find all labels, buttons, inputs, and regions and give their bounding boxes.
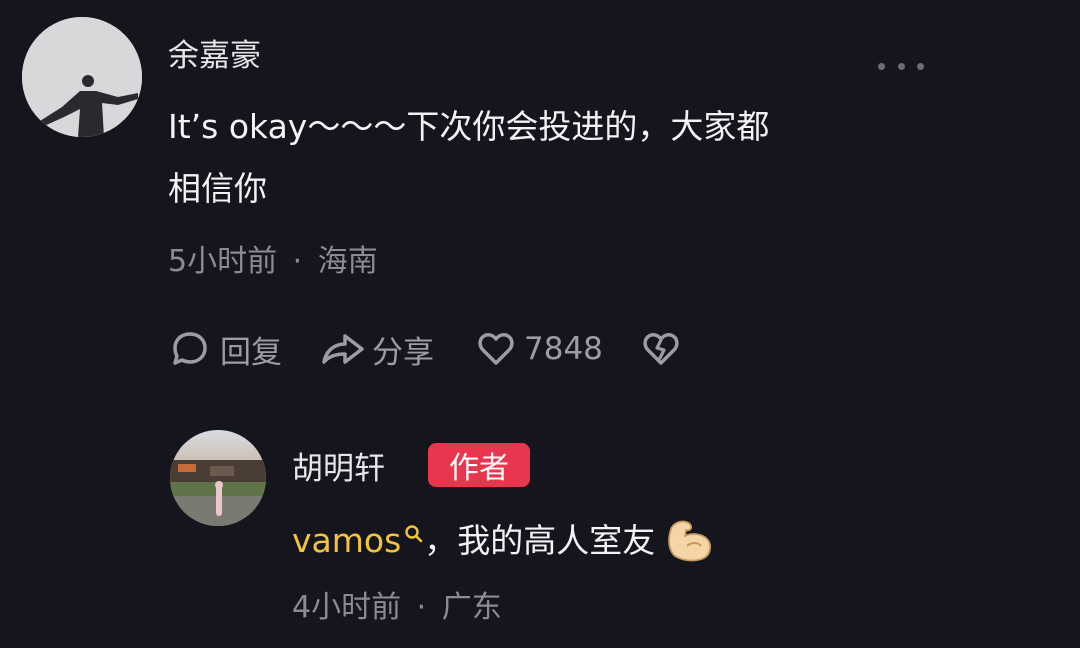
meta-separator: · [292, 244, 303, 279]
author-badge: 作者 [428, 443, 530, 487]
comment-text: It’s okay～～～下次你会投进的，大家都 相信你 [168, 96, 769, 220]
dislike-button[interactable] [641, 329, 681, 369]
more-options-icon[interactable] [878, 58, 924, 74]
reply-text-body: ，我的高人室友 [424, 521, 656, 560]
broken-heart-icon [643, 333, 679, 365]
like-button[interactable]: 7848 [476, 329, 603, 369]
comment-location: 海南 [317, 244, 378, 279]
comment-text-line: 相信你 [168, 169, 267, 208]
comment-time: 5小时前 [168, 244, 278, 279]
hashtag-link-text: vamos [292, 521, 402, 560]
reply-bubble-icon [173, 332, 207, 365]
comment-actions: 回复 分享 7848 [170, 326, 681, 372]
avatar-image [22, 17, 142, 137]
share-label: 分享 [372, 334, 434, 371]
reply-location: 广东 [441, 590, 502, 625]
comment-meta: 5小时前 · 海南 [168, 236, 378, 280]
avatar-image [170, 430, 266, 526]
like-count: 7848 [524, 331, 603, 367]
reply-button[interactable]: 回复 [170, 327, 282, 372]
avatar[interactable] [22, 17, 142, 137]
reply-text: vamos ，我的高人室友 [292, 510, 715, 572]
reply-username[interactable]: 胡明轩 [292, 443, 385, 488]
reply-time: 4小时前 [292, 590, 402, 625]
search-icon [405, 525, 423, 543]
hashtag-link[interactable]: vamos [292, 510, 424, 572]
reply-meta: 4小时前 · 广东 [292, 582, 502, 626]
comment-text-line: It’s okay～～～下次你会投进的，大家都 [168, 107, 770, 146]
avatar[interactable] [170, 430, 266, 526]
flexed-biceps-emoji [668, 520, 712, 562]
share-arrow-icon [322, 334, 364, 364]
comment-username[interactable]: 余嘉豪 [168, 30, 261, 75]
heart-icon [478, 333, 514, 365]
meta-separator: · [416, 590, 427, 625]
share-button[interactable]: 分享 [320, 327, 434, 372]
reply-label: 回复 [220, 334, 282, 371]
